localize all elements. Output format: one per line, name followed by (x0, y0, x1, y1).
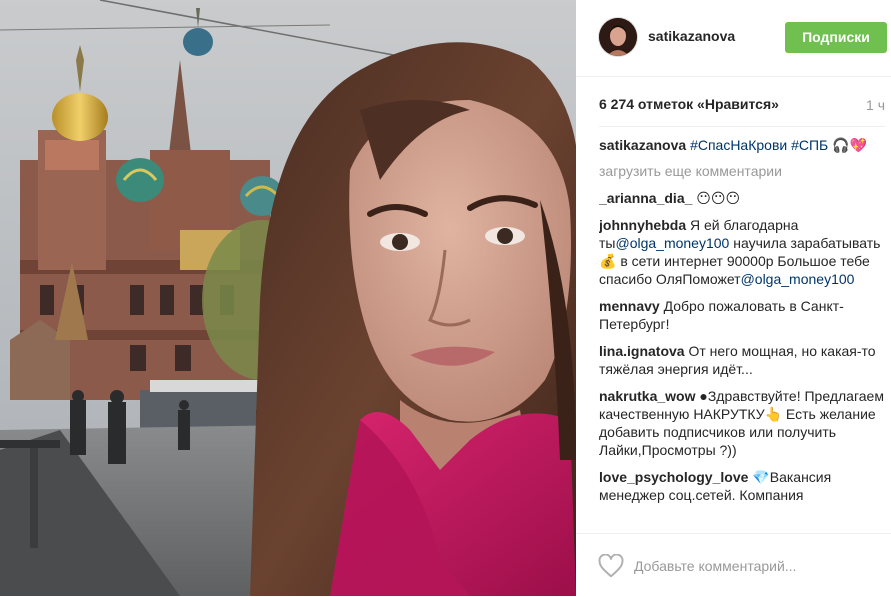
comment-username[interactable]: nakrutka_wow (599, 388, 695, 404)
selfie-church-image (0, 0, 576, 596)
follow-button[interactable]: Подписки (785, 22, 887, 53)
comments-list: satikazanova #СпасНаКрови #СПБ 🎧💖 загруз… (599, 126, 885, 531)
likes-count[interactable]: 6 274 отметок «Нравится» (599, 96, 779, 112)
heart-icon[interactable] (598, 554, 624, 578)
load-more-comments-link[interactable]: загрузить еще комментарии (599, 162, 885, 180)
comment-username[interactable]: mennavy (599, 298, 660, 314)
comment-text: 😶😶😶 (696, 190, 741, 206)
post-sidebar: satikazanova Подписки 6 274 отметок «Нра… (576, 0, 891, 596)
post-header: satikazanova Подписки (576, 0, 891, 77)
caption-text[interactable]: #СпасНаКрови #СПБ 🎧💖 (690, 137, 867, 153)
comment-username[interactable]: lina.ignatova (599, 343, 685, 359)
caption: satikazanova #СпасНаКрови #СПБ 🎧💖 (599, 136, 885, 154)
post-photo[interactable] (0, 0, 576, 596)
comment-mention[interactable]: @olga_money100 (741, 271, 855, 287)
comment-username[interactable]: _arianna_dia_ (599, 190, 692, 206)
post-actions (576, 533, 891, 597)
list-item: mennavy Добро пожаловать в Санкт-Петербу… (599, 297, 885, 333)
list-item: lina.ignatova От него мощная, но какая-т… (599, 342, 885, 378)
list-item: nakrutka_wow ●Здравствуйте! Предлагаем к… (599, 387, 885, 459)
add-comment-input[interactable] (634, 556, 884, 576)
comment-mention[interactable]: @olga_money100 (615, 235, 729, 251)
post-time[interactable]: 1 ч (866, 97, 885, 113)
comment-username[interactable]: love_psychology_love (599, 469, 748, 485)
comment-username[interactable]: johnnyhebda (599, 217, 686, 233)
list-item: love_psychology_love 💎Вакансия менеджер … (599, 468, 885, 504)
list-item: _arianna_dia_ 😶😶😶 (599, 189, 885, 207)
post-username[interactable]: satikazanova (648, 28, 735, 44)
caption-username[interactable]: satikazanova (599, 137, 686, 153)
avatar[interactable] (599, 18, 637, 56)
list-item: johnnyhebda Я ей благодарна ты@olga_mone… (599, 216, 885, 288)
